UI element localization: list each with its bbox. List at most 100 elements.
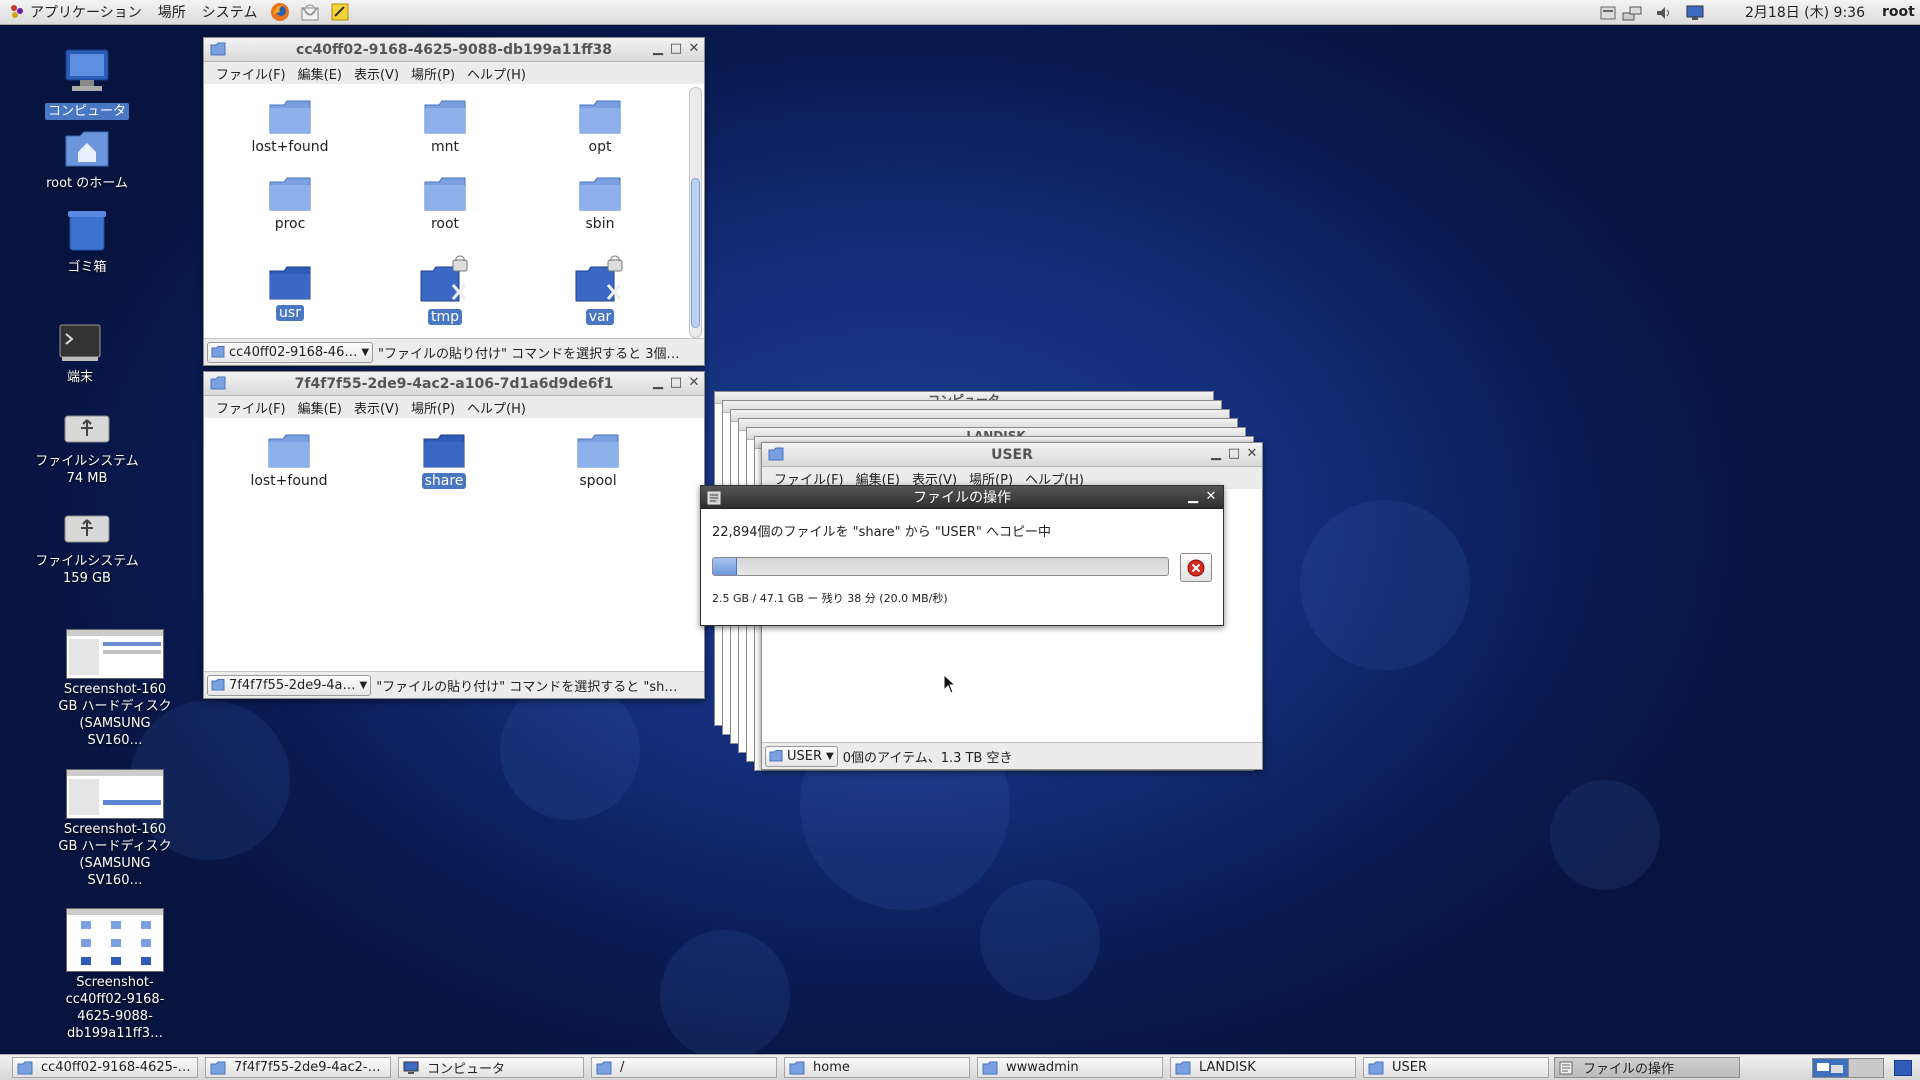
taskbar-item-home[interactable]: home [784,1057,970,1078]
note-editor-icon[interactable] [329,2,351,22]
firefox-icon[interactable] [269,2,291,22]
folder-item-tmp[interactable]: tmp [385,255,505,325]
menu-applications[interactable]: アプリケーション [28,2,150,22]
taskbar-item-file-operation[interactable]: ファイルの操作 [1554,1057,1740,1078]
desktop-icon-trash[interactable]: ゴミ箱 [22,208,152,276]
close-button[interactable]: ✕ [1244,446,1260,462]
folder-item-spool[interactable]: spool [538,433,658,489]
close-button[interactable]: ✕ [686,41,702,57]
desktop-icon-label: ゴミ箱 [67,260,107,275]
minimize-button[interactable]: ▁ [1185,489,1201,505]
desktop-icon-screenshot-2[interactable]: Screenshot-160 GB ハードディスク (SAMSUNG SV160… [50,769,180,889]
folder-item-lost-found[interactable]: lost+found [230,99,350,155]
window-titlebar[interactable]: 7f4f7f55-2de9-4ac2-a106-7d1a6d9de6f1 ▁ □… [204,372,704,396]
path-selector[interactable]: USER ▼ [765,745,838,767]
workspace-icon[interactable] [1598,3,1618,22]
minimize-button[interactable]: ▁ [650,41,666,57]
window-7f4f7f55[interactable]: 7f4f7f55-2de9-4ac2-a106-7d1a6d9de6f1 ▁ □… [203,371,705,699]
network-icon[interactable] [1622,3,1642,22]
menu-edit[interactable]: 編集(E) [292,64,348,83]
menu-file[interactable]: ファイル(F) [210,64,292,83]
workspace-1[interactable] [1813,1059,1849,1077]
folder-item-lost-found[interactable]: lost+found [229,433,349,489]
taskbar-item-user[interactable]: USER [1363,1057,1549,1078]
menu-edit[interactable]: 編集(E) [292,398,348,417]
taskbar-item-wwwadmin[interactable]: wwwadmin [977,1057,1163,1078]
desktop-icon-screenshot-1[interactable]: Screenshot-160 GB ハードディスク (SAMSUNG SV160… [50,629,180,749]
folder-item-usr[interactable]: usr [230,265,350,321]
home-folder-icon [22,128,152,173]
dialog-title: ファイルの操作 [913,490,1011,506]
cancel-button[interactable] [1180,553,1212,582]
desktop-icon-filesystem-159gb[interactable]: ファイルシステム 159 GB [22,512,152,587]
window-titlebar[interactable]: USER ▁ □ ✕ [762,443,1262,467]
progress-bar [712,557,1169,576]
taskbar-item-root[interactable]: / [591,1057,777,1078]
menu-view[interactable]: 表示(V) [348,64,405,83]
menu-places[interactable]: 場所(P) [405,398,461,417]
maximize-button[interactable]: □ [668,375,684,391]
scrollbar-thumb[interactable] [691,178,700,328]
window-cc40ff02[interactable]: cc40ff02-9168-4625-9088-db199a11ff38 ▁ □… [203,37,705,366]
taskbar-item-7f4f7f55[interactable]: 7f4f7f55-2de9-4ac2-… [205,1057,391,1078]
display-icon[interactable] [1685,3,1705,22]
file-operation-dialog[interactable]: ファイルの操作 ▁ ✕ 22,894個のファイルを "share" から "US… [700,485,1224,626]
status-text: "ファイルの貼り付け" コマンドを選択すると "sh… [376,679,678,695]
folder-icon [269,177,311,211]
menu-help[interactable]: ヘルプ(H) [461,64,532,83]
folder-item-proc[interactable]: proc [230,176,350,232]
desktop-icon-computer[interactable]: コンピュータ [22,46,152,120]
menu-places[interactable]: 場所 [150,2,194,22]
taskbar-item-landisk[interactable]: LANDISK [1170,1057,1356,1078]
menu-help[interactable]: ヘルプ(H) [461,398,532,417]
mail-icon[interactable] [299,2,321,22]
menu-file[interactable]: ファイル(F) [210,398,292,417]
folder-item-share[interactable]: share [384,433,504,489]
folder-item-var[interactable]: var [540,255,660,325]
folder-icon [210,376,226,394]
desktop-icon-filesystem-74mb[interactable]: ファイルシステム 74 MB [22,412,152,487]
menu-places[interactable]: 場所(P) [405,64,461,83]
clock[interactable]: 2月18日 (木) 9:36 [1745,2,1865,22]
minimize-button[interactable]: ▁ [650,375,666,391]
taskbar-item-cc40ff02[interactable]: cc40ff02-9168-4625-… [12,1057,198,1078]
folder-item-sbin[interactable]: sbin [540,176,660,232]
cancel-icon [1187,559,1205,576]
taskbar-label: cc40ff02-9168-4625-… [41,1060,191,1075]
dialog-titlebar[interactable]: ファイルの操作 ▁ ✕ [701,486,1223,509]
window-titlebar[interactable]: cc40ff02-9168-4625-9088-db199a11ff38 ▁ □… [204,38,704,62]
workspace-2[interactable] [1848,1059,1883,1077]
scrollbar[interactable] [689,87,702,338]
maximize-button[interactable]: □ [668,41,684,57]
file-view[interactable]: lost+found mnt opt proc root sbin usr tm… [204,87,704,338]
desktop-icon-terminal[interactable]: 端末 [15,322,145,386]
menu-view[interactable]: 表示(V) [348,398,405,417]
window-title: USER [991,446,1033,463]
menubar: ファイル(F) 編集(E) 表示(V) 場所(P) ヘルプ(H) [204,62,704,84]
folder-item-root[interactable]: root [385,176,505,232]
progress-fill [713,558,738,575]
user-name[interactable]: root [1882,4,1915,20]
status-text: "ファイルの貼り付け" コマンドを選択すると 3個… [378,346,680,362]
path-selector[interactable]: 7f4f7f55-2de9-4a… ▼ [207,674,372,696]
desktop-icon-home[interactable]: root のホーム [22,128,152,192]
folder-item-opt[interactable]: opt [540,99,660,155]
close-button[interactable]: ✕ [1203,489,1219,505]
folder-icon [423,434,465,468]
folder-icon [268,434,310,468]
file-view[interactable]: lost+found share spool [204,421,704,671]
folder-item-mnt[interactable]: mnt [385,99,505,155]
locked-folder-icon [420,255,468,302]
workspace-switcher[interactable] [1812,1058,1884,1078]
apps-menu-icon[interactable] [6,3,28,21]
minimize-button[interactable]: ▁ [1208,446,1224,462]
menu-system[interactable]: システム [194,2,266,22]
desktop-icon-label: コンピュータ [44,103,129,120]
volume-icon[interactable] [1654,3,1674,22]
close-button[interactable]: ✕ [686,375,702,391]
desktop-icon-screenshot-3[interactable]: Screenshot-cc40ff02-9168-4625-9088-db199… [50,908,180,1042]
taskbar-item-computer[interactable]: コンピュータ [398,1057,584,1078]
show-desktop-icon[interactable] [1894,1060,1912,1076]
path-selector[interactable]: cc40ff02-9168-46… ▼ [207,341,374,363]
maximize-button[interactable]: □ [1226,446,1242,462]
